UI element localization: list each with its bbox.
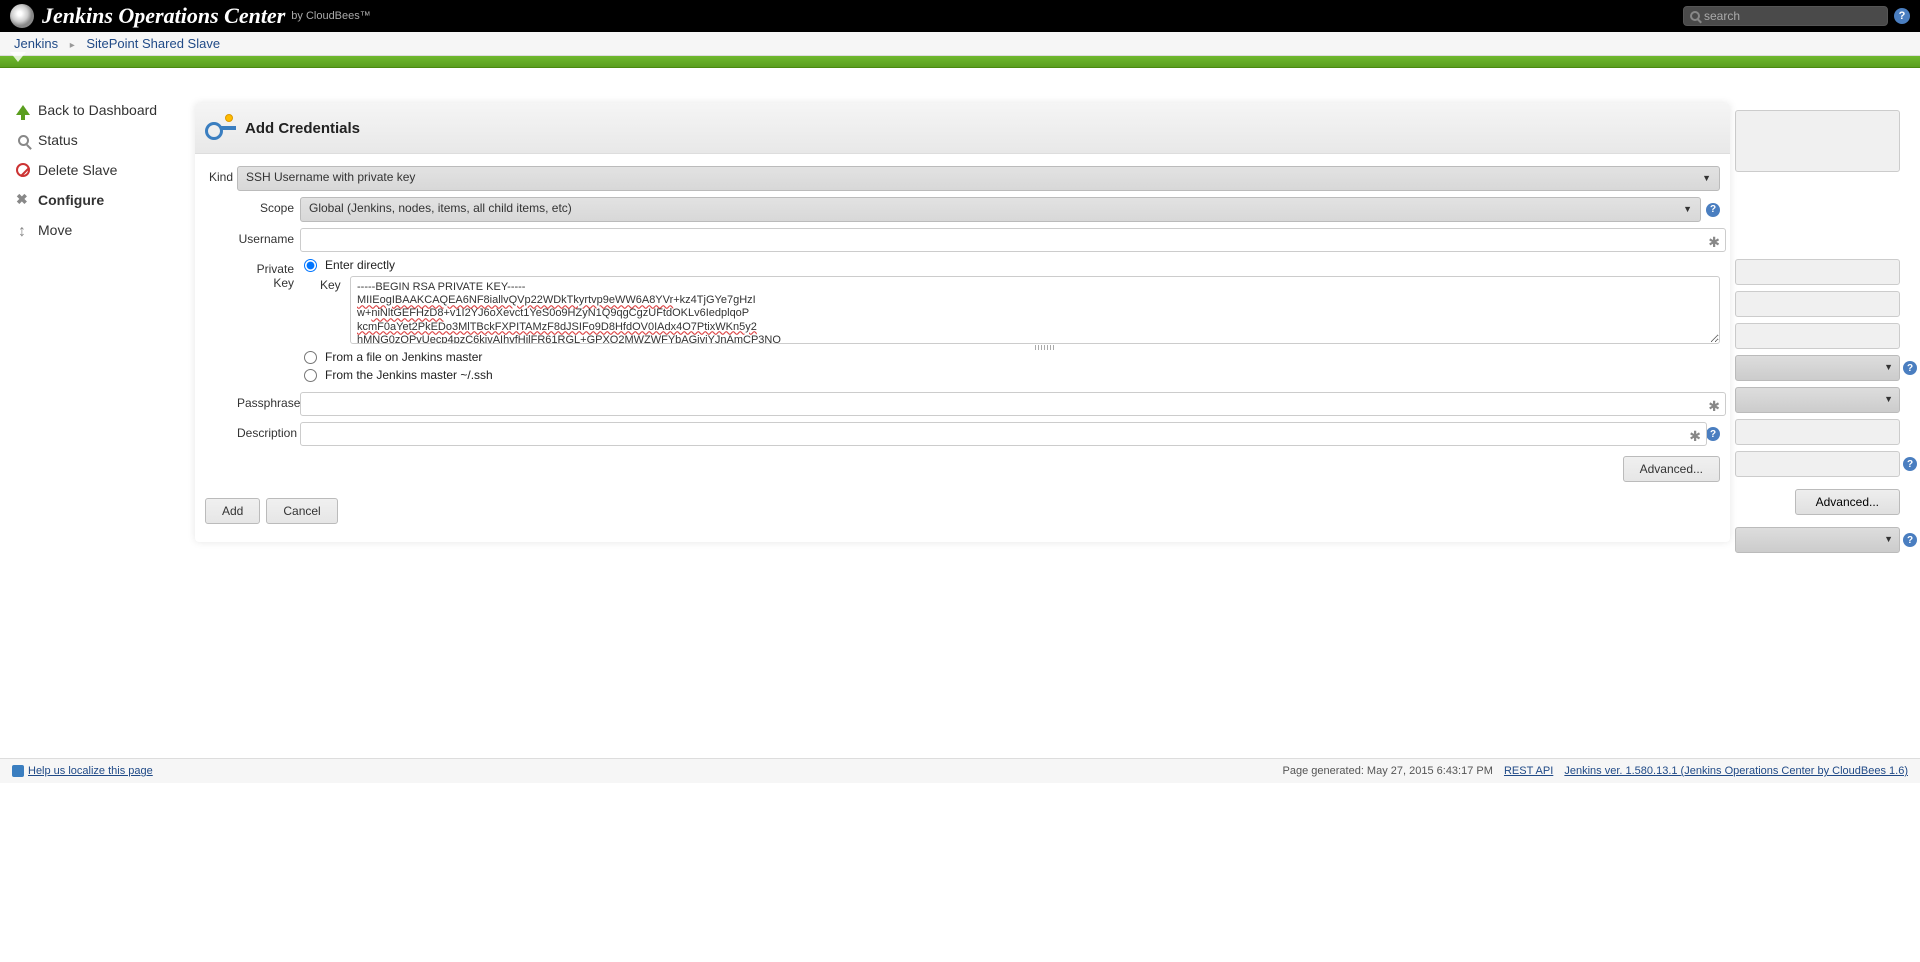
help-icon[interactable]: ? [1903,533,1917,547]
sidebar-item-label: Status [38,132,78,148]
sidebar-item-status[interactable]: Status [14,128,195,152]
bg-advanced-button[interactable]: Advanced... [1795,489,1900,515]
help-icon[interactable]: ? [1706,427,1720,441]
modal-title: Add Credentials [245,120,360,137]
search-icon [1690,11,1700,21]
version-link[interactable]: Jenkins ver. 1.580.13.1 (Jenkins Operati… [1564,765,1908,777]
arrow-up-icon [14,102,32,118]
scope-select[interactable]: Global (Jenkins, nodes, items, all child… [300,197,1701,222]
passphrase-label: Passphrase [237,392,300,410]
bg-select[interactable]: ? [1735,355,1900,381]
key-icon [205,118,237,138]
radio-label: From a file on Jenkins master [325,350,482,364]
resize-handle-icon[interactable] [1035,345,1055,350]
globe-icon [12,765,24,777]
required-icon: ✱ [1708,398,1720,415]
jenkins-logo-icon [10,4,34,28]
description-input[interactable] [300,422,1707,446]
help-icon[interactable]: ? [1706,203,1720,217]
username-label: Username [237,228,300,246]
passphrase-input[interactable] [300,392,1726,416]
scope-label: Scope [237,197,300,215]
sidebar-item-label: Delete Slave [38,162,117,178]
bg-input[interactable] [1735,419,1900,445]
bg-select[interactable] [1735,387,1900,413]
notification-bar [0,56,1920,68]
radio-from-master[interactable]: From the Jenkins master ~/.ssh [300,368,1720,382]
magnifier-icon [14,132,32,148]
search-placeholder: search [1704,9,1740,23]
username-input[interactable] [300,228,1726,252]
advanced-button[interactable]: Advanced... [1623,456,1720,482]
help-icon[interactable]: ? [1903,361,1917,375]
kind-label: Kind [205,166,237,184]
radio-input[interactable] [304,351,317,364]
sidebar-item-move[interactable]: Move [14,218,195,242]
breadcrumb: Jenkins ▸ SitePoint Shared Slave [0,32,1920,56]
page-footer: Help us localize this page Page generate… [0,758,1920,783]
radio-from-file[interactable]: From a file on Jenkins master [300,350,1720,364]
key-label: Key [320,276,350,344]
sidebar-item-label: Move [38,222,72,238]
tools-icon [14,192,32,208]
product-title: Jenkins Operations Center [42,3,285,29]
rest-api-link[interactable]: REST API [1504,765,1553,777]
help-icon[interactable]: ? [1903,457,1917,471]
description-label: Description [237,422,300,440]
bg-input[interactable] [1735,323,1900,349]
chevron-right-icon: ▸ [70,40,75,51]
add-button[interactable]: Add [205,498,260,524]
required-icon: ✱ [1708,234,1720,251]
radio-label: From the Jenkins master ~/.ssh [325,368,493,382]
no-entry-icon [14,162,32,178]
help-icon[interactable]: ? [1894,8,1910,24]
bg-input[interactable]: ? [1735,451,1900,477]
background-form: ? ? Advanced... ? [1735,110,1900,559]
bg-input[interactable] [1735,259,1900,285]
move-icon [14,222,32,238]
sidebar-item-delete[interactable]: Delete Slave [14,158,195,182]
sidebar-item-label: Back to Dashboard [38,102,157,118]
localize-link[interactable]: Help us localize this page [12,765,153,777]
radio-input[interactable] [304,369,317,382]
sidebar-item-label: Configure [38,192,104,208]
key-textarea[interactable]: -----BEGIN RSA PRIVATE KEY-----MIIEogIBA… [350,276,1720,344]
kind-select[interactable]: SSH Username with private key [237,166,1720,191]
required-icon: ✱ [1689,428,1701,445]
sidebar-item-dashboard[interactable]: Back to Dashboard [14,98,195,122]
radio-input[interactable] [304,259,317,272]
privatekey-label: Private Key [237,258,300,290]
generated-text: Page generated: May 27, 2015 6:43:17 PM [1283,765,1493,777]
modal-header: Add Credentials [195,103,1730,154]
add-credentials-modal: Add Credentials Kind SSH Username with p… [195,103,1730,542]
breadcrumb-item-jenkins[interactable]: Jenkins [14,36,58,51]
sidebar-item-configure[interactable]: Configure [14,188,195,212]
search-input[interactable]: search [1683,6,1888,26]
sidebar: Back to Dashboard Status Delete Slave Co… [0,68,195,748]
radio-label: Enter directly [325,258,395,272]
top-header: Jenkins Operations Center by CloudBees™ … [0,0,1920,32]
breadcrumb-item-slave[interactable]: SitePoint Shared Slave [86,36,220,51]
cancel-button[interactable]: Cancel [266,498,337,524]
product-suffix: by CloudBees™ [291,10,371,22]
bg-textarea[interactable] [1735,110,1900,172]
bg-select[interactable]: ? [1735,527,1900,553]
bg-input[interactable] [1735,291,1900,317]
radio-enter-directly[interactable]: Enter directly [300,258,1720,272]
